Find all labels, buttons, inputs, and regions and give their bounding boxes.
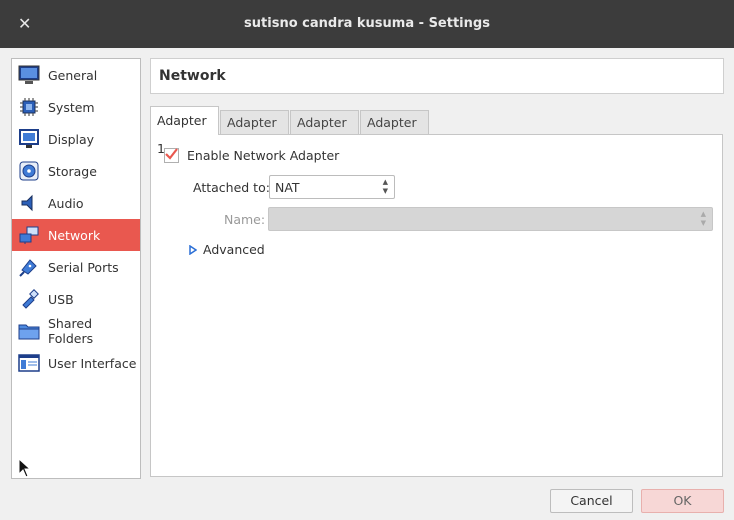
sidebar-item-general[interactable]: General [12, 59, 140, 91]
attached-to-label: Attached to: [193, 180, 270, 195]
user-interface-icon [18, 352, 40, 374]
spin-arrows-icon: ▲ ▼ [382, 178, 388, 195]
sidebar-item-storage[interactable]: Storage [12, 155, 140, 187]
enable-adapter-row: Enable Network Adapter [164, 148, 339, 163]
enable-adapter-checkbox[interactable] [164, 148, 179, 163]
mouse-cursor-icon [18, 458, 32, 478]
sidebar-item-label: USB [48, 291, 74, 307]
cancel-button[interactable]: Cancel [550, 489, 633, 513]
network-icon [18, 224, 40, 246]
sidebar-item-system[interactable]: System [12, 91, 140, 123]
system-icon [18, 96, 40, 118]
shared-folders-icon [18, 320, 40, 342]
name-combo: ▲ ▼ [268, 207, 713, 231]
sidebar-item-shared-folders[interactable]: Shared Folders [12, 315, 140, 347]
section-header: Network [150, 58, 724, 94]
advanced-toggle[interactable]: Advanced [189, 242, 265, 257]
sidebar-item-label: Audio [48, 195, 84, 211]
enable-adapter-label[interactable]: Enable Network Adapter [187, 148, 339, 163]
settings-sidebar: General System Display Storage Audio Net… [11, 58, 141, 479]
checkmark-icon [165, 148, 178, 160]
sidebar-item-label: Serial Ports [48, 259, 119, 275]
display-icon [18, 128, 40, 150]
sidebar-item-network[interactable]: Network [12, 219, 140, 251]
settings-content: Network Adapter 1 Adapter 2 Adapter 3 Ad… [150, 58, 724, 478]
sidebar-item-display[interactable]: Display [12, 123, 140, 155]
adapter-panel: Enable Network Adapter Attached to: NAT … [150, 134, 723, 477]
window-titlebar: ✕ sutisno candra kusuma - Settings [0, 0, 734, 48]
tab-adapter-3[interactable]: Adapter 3 [290, 110, 359, 154]
general-icon [18, 64, 40, 86]
sidebar-item-audio[interactable]: Audio [12, 187, 140, 219]
sidebar-item-label: System [48, 99, 95, 115]
tab-adapter-2[interactable]: Adapter 2 [220, 110, 289, 154]
sidebar-item-usb[interactable]: USB [12, 283, 140, 315]
serial-ports-icon [18, 256, 40, 278]
sidebar-item-label: Shared Folders [48, 316, 94, 346]
ok-button[interactable]: OK [641, 489, 724, 513]
sidebar-item-user-interface[interactable]: User Interface [12, 347, 140, 379]
audio-icon [18, 192, 40, 214]
sidebar-item-label: User Interface [48, 355, 137, 371]
page-title: Network [159, 68, 226, 84]
expand-arrow-icon [189, 244, 197, 255]
usb-icon [18, 288, 40, 310]
attached-to-value: NAT [275, 180, 300, 195]
window-title: sutisno candra kusuma - Settings [244, 16, 490, 31]
sidebar-item-label: Network [48, 227, 101, 243]
tab-adapter-4[interactable]: Adapter 4 [360, 110, 429, 154]
spin-arrows-icon: ▲ ▼ [700, 210, 706, 227]
sidebar-item-serial-ports[interactable]: Serial Ports [12, 251, 140, 283]
attached-to-select[interactable]: NAT ▲ ▼ [269, 175, 395, 199]
name-label: Name: [224, 212, 266, 227]
storage-icon [18, 160, 40, 182]
tab-adapter-1[interactable]: Adapter 1 [150, 106, 219, 156]
sidebar-item-label: General [48, 67, 98, 83]
sidebar-item-label: Display [48, 131, 95, 147]
sidebar-item-label: Storage [48, 163, 97, 179]
advanced-label: Advanced [203, 242, 265, 257]
